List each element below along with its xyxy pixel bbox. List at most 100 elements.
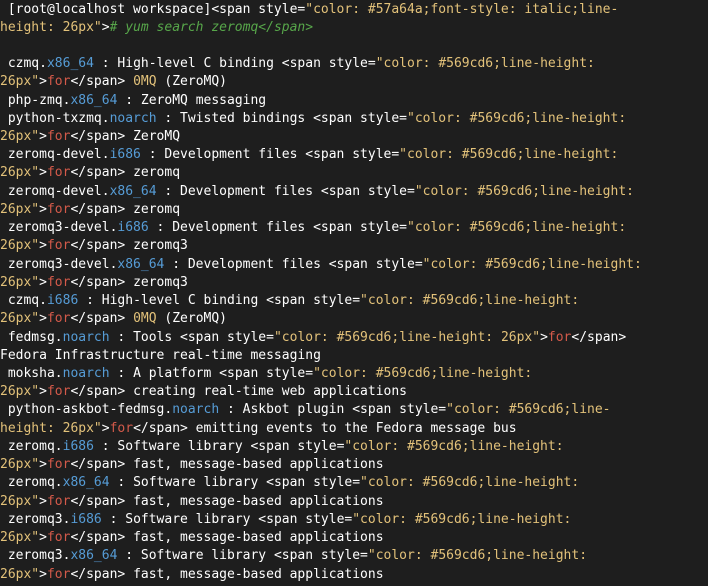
terminal-output-line: 26px">for</span> creating real-time web …: [0, 383, 708, 401]
terminal-text-segment: (ZeroMQ): [156, 311, 228, 326]
terminal-text-segment: for: [46, 457, 71, 472]
terminal-text-segment: "color: #57a64a;font-style: italic;line-: [305, 2, 619, 17]
terminal-text-segment: </span> zeromq: [70, 165, 181, 180]
terminal-text-segment: 26px": [0, 494, 40, 509]
terminal-text-segment: i686: [70, 512, 102, 527]
terminal-text-segment: # yum search zeromq</span>: [109, 20, 314, 35]
terminal-text-segment: >: [39, 202, 47, 217]
terminal-text-segment: >: [39, 165, 47, 180]
terminal-text-segment: i686: [109, 147, 141, 162]
terminal-text-segment: x86_64: [62, 475, 110, 490]
terminal-text-segment: >: [39, 275, 47, 290]
terminal-text-segment: czmq.: [0, 56, 47, 71]
terminal-text-segment: 26px": [0, 165, 40, 180]
terminal-text-segment: noarch: [62, 330, 110, 345]
terminal-text-segment: for: [46, 311, 71, 326]
terminal-text-segment: 26px": [0, 74, 40, 89]
terminal-output-line: zeromq.x86_64 : Software library <span s…: [0, 474, 708, 492]
terminal-text-segment: noarch: [62, 366, 110, 381]
terminal-output-line: 26px">for</span> zeromq: [0, 201, 708, 219]
terminal-text-segment: >: [540, 330, 548, 345]
terminal-text-segment: zeromq3-devel.: [0, 220, 118, 235]
terminal-text-segment: [root@localhost workspace]<span style=: [0, 2, 306, 17]
terminal-text-segment: </span> fast, message-based applications: [70, 530, 384, 545]
terminal-text-segment: for: [46, 530, 71, 545]
terminal-text-segment: : Development files <span style=: [140, 147, 400, 162]
terminal-output-line: 26px">for</span> fast, message-based app…: [0, 566, 708, 584]
terminal-text-segment: for: [46, 74, 71, 89]
terminal-text-segment: i686: [46, 293, 79, 308]
terminal-text-segment: 26px": [0, 129, 40, 144]
terminal-text-segment: 26px": [0, 311, 40, 326]
terminal-text-segment: for: [46, 238, 71, 253]
terminal-text-segment: "color: #569cd6;line-height:: [352, 512, 572, 527]
terminal-text-segment: 26px": [0, 530, 40, 545]
terminal-text-segment: for: [46, 202, 71, 217]
terminal-output-line: zeromq3.i686 : Software library <span st…: [0, 511, 708, 529]
terminal-text-segment: : Twisted bindings <span style=: [156, 111, 407, 126]
terminal-output-line: zeromq-devel.i686 : Development files <s…: [0, 146, 708, 164]
terminal-text-segment: >: [39, 567, 47, 582]
terminal-text-segment: "color: #569cd6;line-height:: [407, 111, 627, 126]
terminal-text-segment: >: [39, 530, 47, 545]
terminal-output-line: czmq.i686 : High-level C binding <span s…: [0, 292, 708, 310]
terminal-text-segment: : Software library <span style=: [117, 548, 368, 563]
terminal-output-line: 26px">for</span> zeromq3: [0, 274, 708, 292]
terminal-output-line: 26px">for</span> ZeroMQ: [0, 128, 708, 146]
terminal-output-line: 26px">for</span> 0MQ (ZeroMQ): [0, 73, 708, 91]
terminal-text-segment: 26px": [0, 384, 40, 399]
terminal-text-segment: x86_64: [70, 548, 118, 563]
terminal-text-segment: zeromq3.: [0, 512, 71, 527]
terminal-text-segment: (ZeroMQ): [156, 74, 228, 89]
terminal-text-segment: 26px": [0, 202, 40, 217]
terminal-text-segment: zeromq-devel.: [0, 147, 110, 162]
terminal-text-segment: >: [39, 494, 47, 509]
terminal-text-segment: >: [39, 311, 47, 326]
terminal-text-segment: noarch: [109, 111, 157, 126]
terminal-output-line: czmq.x86_64 : High-level C binding <span…: [0, 55, 708, 73]
terminal-text-segment: "color: #569cd6;line-height:: [360, 293, 580, 308]
terminal-text-segment: 0MQ: [133, 74, 157, 89]
terminal-text-segment: python-txzmq.: [0, 111, 110, 126]
terminal-text-segment: fedmsg.: [0, 330, 63, 345]
terminal-text-segment: height: 26px": [0, 421, 102, 436]
terminal-text-segment: for: [109, 421, 134, 436]
terminal-output-line: 26px">for</span> 0MQ (ZeroMQ): [0, 310, 708, 328]
terminal-text-segment: "color: #569cd6;line-height:: [367, 548, 588, 563]
terminal-output-line: 26px">for</span> fast, message-based app…: [0, 529, 708, 547]
terminal-text-segment: "color: #569cd6;line-height:: [313, 366, 533, 381]
terminal-text-segment: for: [46, 129, 71, 144]
terminal-text-segment: >: [39, 238, 47, 253]
terminal-text-segment: "color: #569cd6;line-height:: [414, 184, 634, 199]
terminal-text-segment: "color: #569cd6;line-height:: [344, 439, 564, 454]
terminal-text-segment: zeromq3-devel.: [0, 257, 118, 272]
terminal-text-segment: x86_64: [46, 56, 94, 71]
terminal-text-segment: </span> zeromq3: [70, 275, 188, 290]
terminal-text-segment: i686: [117, 220, 149, 235]
terminal-text-segment: : ZeroMQ messaging: [117, 93, 267, 108]
terminal-text-segment: "color: #569cd6;line-height:: [422, 257, 642, 272]
terminal-text-segment: : Software library <span style=: [109, 475, 361, 490]
terminal-text-segment: moksha.: [0, 366, 63, 381]
terminal-text-segment: python-askbot-fedmsg.: [0, 402, 173, 417]
terminal-text-segment: : Development files <span style=: [156, 184, 415, 199]
terminal-text-segment: : Development files <span style=: [164, 257, 423, 272]
terminal-text-segment: >: [101, 421, 110, 436]
terminal-text-segment: php-zmq.: [0, 93, 71, 108]
terminal-text-segment: >: [39, 129, 47, 144]
terminal-text-segment: : Development files <span style=: [148, 220, 407, 235]
terminal-text-segment: 26px": [0, 567, 40, 582]
terminal-text-segment: zeromq.: [0, 439, 63, 454]
terminal-output-line: zeromq-devel.x86_64 : Development files …: [0, 183, 708, 201]
terminal-text-segment: : Askbot plugin <span style=: [219, 402, 447, 417]
terminal-text-segment: zeromq3.: [0, 548, 71, 563]
terminal-command-line: height: 26px"># yum search zeromq</span>: [0, 19, 708, 37]
terminal-text-segment: 26px": [0, 238, 40, 253]
terminal-output-line: height: 26px">for</span> emitting events…: [0, 420, 708, 438]
terminal-text-segment: height: 26px": [0, 20, 102, 35]
terminal-text-segment: for: [46, 567, 71, 582]
terminal-text-segment: 26px": [0, 275, 40, 290]
terminal-text-segment: </span> fast, message-based applications: [70, 567, 384, 582]
terminal-text-segment: for: [46, 384, 71, 399]
terminal-text-segment: : Software library <span style=: [101, 512, 353, 527]
